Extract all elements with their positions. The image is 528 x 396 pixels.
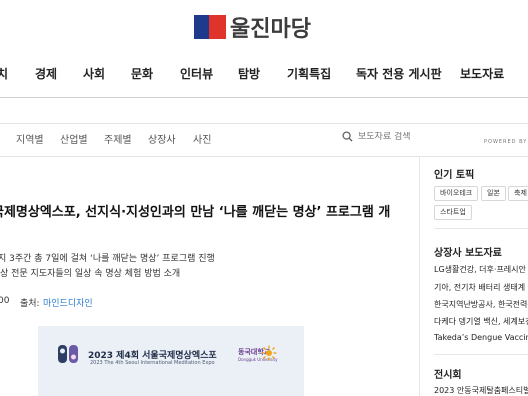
article-subtitle: 상 전문 지도자들의 일상 속 명상 체험 방법 소개	[0, 269, 181, 279]
powered-by: POWERED BY N	[484, 136, 528, 146]
search-input[interactable]	[358, 131, 448, 142]
listed-press-item[interactable]: Takeda’s Dengue Vaccine	[434, 333, 528, 342]
powered-by-label: POWERED BY	[484, 139, 528, 145]
nav-item-press-release[interactable]: 보도자료	[460, 65, 504, 82]
nav-item-reader-board[interactable]: 독자 전용 게시판	[356, 65, 442, 82]
search-box[interactable]	[342, 131, 448, 142]
nav-item-politics[interactable]: 치	[0, 65, 8, 82]
listed-press-item[interactable]: 한국지역난방공사, 한국전력공	[434, 299, 528, 310]
listed-press-item[interactable]: 다케다 뎅기열 백신, 세계보건	[434, 316, 528, 327]
exhibition-item[interactable]: 2023 안동국제탈춤페스티벌	[434, 385, 528, 396]
subnav-item-photo[interactable]: 사진	[193, 131, 211, 146]
expo-logo-icon	[58, 345, 78, 363]
search-icon[interactable]	[342, 131, 353, 142]
listed-press-title: 상장사 보도자료	[434, 248, 502, 259]
nav-item-visit[interactable]: 탐방	[238, 65, 260, 82]
nav-divider	[0, 123, 528, 124]
subnav-item-region[interactable]: 지역별	[16, 131, 44, 146]
subnav-divider	[0, 156, 528, 157]
nav-item-culture[interactable]: 문화	[131, 65, 153, 82]
site-name: 울진마당	[230, 17, 311, 42]
listed-press-item[interactable]: 기아, 전기차 배터리 생태계 활	[434, 282, 528, 293]
article-source-label: 출처:	[20, 299, 40, 309]
flag-icon	[194, 15, 226, 39]
article-source-link[interactable]: 마인드디자인	[43, 296, 93, 309]
sidebar-separator	[434, 354, 528, 355]
nav-item-society[interactable]: 사회	[83, 65, 105, 82]
banner-subtitle: 2023 The 4th Seoul International Meditat…	[90, 360, 215, 366]
topic-tag[interactable]: 바이오테크	[434, 186, 479, 201]
topic-tag[interactable]: 일본	[481, 186, 506, 201]
subnav-item-industry[interactable]: 산업별	[60, 131, 88, 146]
popular-topics-title: 인기 토픽	[434, 170, 475, 181]
nav-item-feature[interactable]: 기획특집	[287, 65, 331, 82]
topic-tag[interactable]: 스타트업	[434, 205, 472, 220]
sidebar-divider	[419, 157, 420, 396]
site-logo[interactable]: 울진마당	[194, 12, 311, 42]
sidebar-separator	[434, 228, 528, 229]
article-time: 00	[0, 296, 10, 306]
article-subtitle: 지 3주간 총 7일에 걸쳐 ‘나를 깨닫는 명상’ 프로그램 진행	[0, 254, 215, 264]
nav-item-interview[interactable]: 인터뷰	[180, 65, 213, 82]
exhibition-title: 전시회	[434, 370, 462, 381]
nav-item-economy[interactable]: 경제	[35, 65, 57, 82]
main-nav: 치 경제 사회 문화 인터뷰 탐방 기획특집 독자 전용 게시판 보도자료	[0, 52, 528, 96]
subnav-item-listed[interactable]: 상장사	[148, 131, 176, 146]
subnav-item-topic[interactable]: 주제별	[104, 131, 132, 146]
topic-tag[interactable]: 축제	[508, 186, 528, 201]
nav-divider	[0, 97, 528, 98]
sun-logo-icon	[261, 345, 277, 361]
listed-press-item[interactable]: LG생활건강, 더후·프레시안 6	[434, 264, 528, 275]
article-headline: 국제명상엑스포, 선지식·지성인과의 만남 ‘나를 깨닫는 명상’ 프로그램 개	[0, 205, 391, 220]
